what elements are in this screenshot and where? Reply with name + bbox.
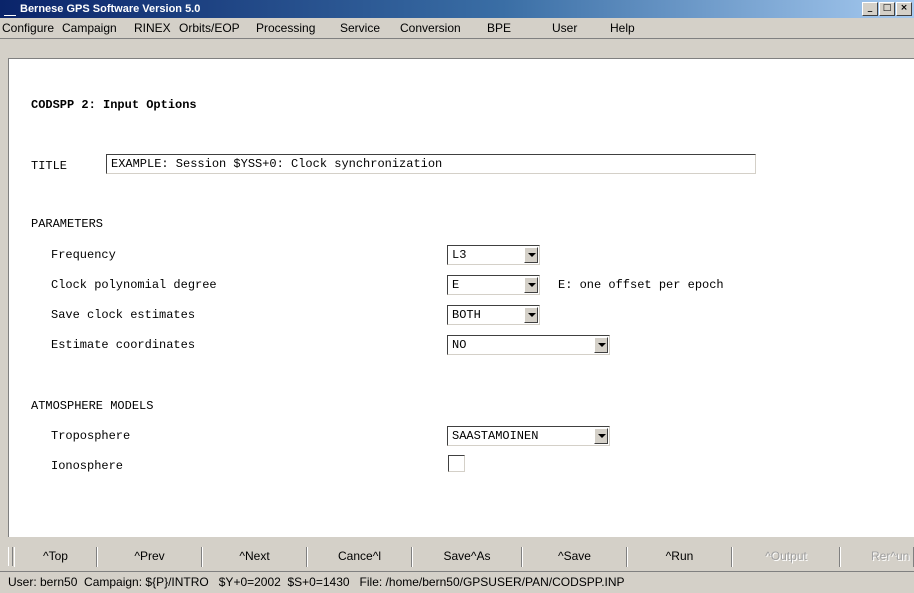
clock-degree-select[interactable]: E xyxy=(447,275,540,295)
save-clock-select[interactable]: BOTH xyxy=(447,305,540,325)
menu-orbits-eop[interactable]: Orbits/EOP xyxy=(179,21,240,35)
status-text: User: bern50 Campaign: ${P}/INTRO $Y+0=2… xyxy=(8,575,625,589)
panel-heading: CODSPP 2: Input Options xyxy=(31,98,197,112)
saveas-button[interactable]: Save^As xyxy=(412,547,522,567)
window-menu-icon[interactable] xyxy=(4,3,16,16)
title-input[interactable]: EXAMPLE: Session $YSS+0: Clock synchroni… xyxy=(106,154,756,174)
run-button[interactable]: ^Run xyxy=(627,547,732,567)
next-button[interactable]: ^Next xyxy=(202,547,307,567)
troposphere-select[interactable]: SAASTAMOINEN xyxy=(447,426,610,446)
window-controls: _ □ × xyxy=(862,2,912,16)
frequency-label: Frequency xyxy=(51,248,116,262)
title-bar: Bernese GPS Software Version 5.0 _ □ × xyxy=(0,0,914,18)
troposphere-label: Troposphere xyxy=(51,429,131,443)
clock-degree-note: E: one offset per epoch xyxy=(558,278,724,292)
clock-degree-label: Clock polynomial degree xyxy=(51,278,217,292)
menu-bpe[interactable]: BPE xyxy=(487,21,511,35)
estimate-coord-label: Estimate coordinates xyxy=(51,338,196,352)
save-clock-label: Save clock estimates xyxy=(51,308,196,322)
menu-configure[interactable]: Configure xyxy=(2,21,54,35)
estimate-coord-value: NO xyxy=(452,338,467,352)
save-clock-value: BOTH xyxy=(452,308,481,322)
frequency-value: L3 xyxy=(452,248,467,262)
ionosphere-label: Ionosphere xyxy=(51,459,124,473)
output-button[interactable]: ^Output xyxy=(732,547,840,567)
estimate-coord-select[interactable]: NO xyxy=(447,335,610,355)
chevron-down-icon[interactable] xyxy=(594,337,608,353)
chevron-down-icon[interactable] xyxy=(524,247,538,263)
menu-rinex[interactable]: RINEX xyxy=(134,21,171,35)
parameters-header: PARAMETERS xyxy=(31,217,104,231)
menu-help[interactable]: Help xyxy=(610,21,635,35)
chevron-down-icon[interactable] xyxy=(524,307,538,323)
menu-service[interactable]: Service xyxy=(340,21,380,35)
maximize-button[interactable]: □ xyxy=(879,2,895,16)
title-label: TITLE xyxy=(31,159,68,173)
chevron-down-icon[interactable] xyxy=(524,277,538,293)
menu-processing[interactable]: Processing xyxy=(256,21,315,35)
command-button-bar: ^Top ^Prev ^Next Cance^l Save^As ^Save ^… xyxy=(0,545,914,569)
save-button[interactable]: ^Save xyxy=(522,547,627,567)
close-button[interactable]: × xyxy=(896,2,912,16)
menu-bar: Configure Campaign RINEX Orbits/EOP Proc… xyxy=(0,18,914,39)
cancel-button[interactable]: Cance^l xyxy=(307,547,412,567)
minimize-button[interactable]: _ xyxy=(862,2,878,16)
chevron-down-icon[interactable] xyxy=(594,428,608,444)
atmosphere-header: ATMOSPHERE MODELS xyxy=(31,399,154,413)
menu-conversion[interactable]: Conversion xyxy=(400,21,461,35)
menu-campaign[interactable]: Campaign xyxy=(62,21,117,35)
prev-button[interactable]: ^Prev xyxy=(97,547,202,567)
troposphere-value: SAASTAMOINEN xyxy=(452,429,539,443)
menu-user[interactable]: User xyxy=(552,21,577,35)
clock-degree-value: E xyxy=(452,278,460,292)
toolbar-handle[interactable] xyxy=(8,547,13,566)
window-title: Bernese GPS Software Version 5.0 xyxy=(20,3,201,15)
status-bar: User: bern50 Campaign: ${P}/INTRO $Y+0=2… xyxy=(0,571,914,593)
ionosphere-checkbox[interactable] xyxy=(448,455,465,472)
frequency-select[interactable]: L3 xyxy=(447,245,540,265)
rerun-button[interactable]: Rer^un xyxy=(840,547,914,567)
input-panel: CODSPP 2: Input Options TITLE EXAMPLE: S… xyxy=(8,58,914,537)
top-button[interactable]: ^Top xyxy=(14,547,97,567)
